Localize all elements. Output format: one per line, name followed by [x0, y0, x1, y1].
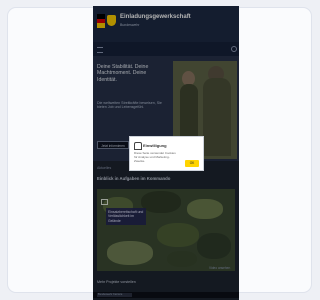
- home-icon: [134, 142, 142, 150]
- dialog-ok-button[interactable]: OK: [185, 160, 199, 167]
- dialog-text: Diese Seite verwendet Cookies für Analys…: [134, 151, 176, 163]
- dialog-title: Einwilligung: [143, 143, 167, 148]
